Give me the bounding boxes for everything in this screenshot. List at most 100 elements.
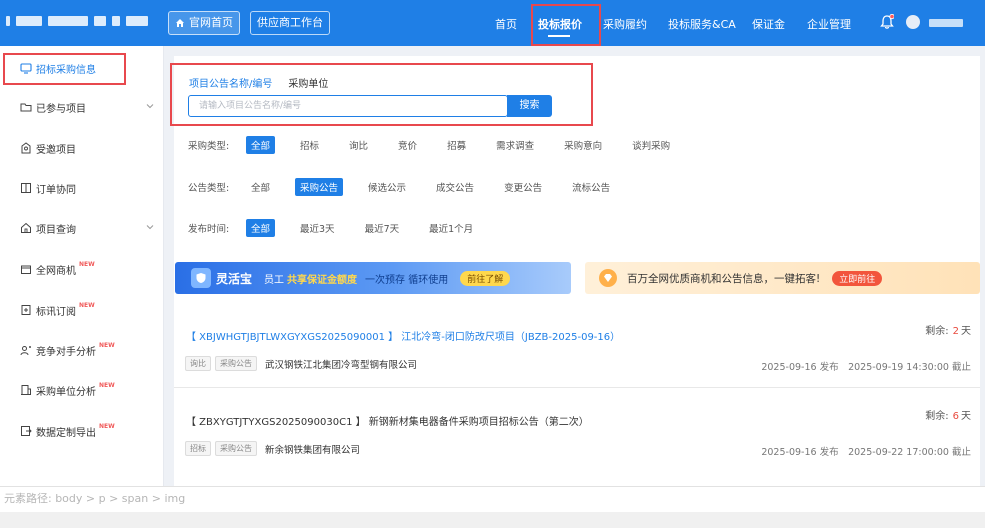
- nav-highlight-box: [531, 4, 601, 46]
- shield-icon: [191, 268, 211, 288]
- go-now-button[interactable]: 立即前往: [832, 270, 883, 286]
- filter-option[interactable]: 采购意向: [559, 136, 607, 154]
- filter-option[interactable]: 全部: [246, 219, 276, 237]
- sidebar-item-participated[interactable]: 已参与项目: [0, 94, 164, 120]
- opportunities-banner[interactable]: 百万全网优质商机和公告信息，一键拓客! 立即前往: [585, 262, 980, 294]
- sidebar-item-all-opportunities[interactable]: 全网商机 NEW: [0, 256, 164, 282]
- subscribe-icon: [20, 304, 32, 316]
- nav-enterprise-management[interactable]: 企业管理: [807, 16, 851, 32]
- filter-label: 发布时间:: [188, 224, 230, 235]
- banner-text: 一次预存 循环使用: [365, 274, 449, 286]
- sidebar-item-buyer-analysis[interactable]: 采购单位分析 NEW: [0, 377, 164, 403]
- nav-procurement-fulfillment[interactable]: 采购履约: [603, 16, 647, 32]
- supplier-workbench-button[interactable]: 供应商工作台: [250, 11, 330, 35]
- bottom-strip: [0, 512, 985, 528]
- nav-bid-service-ca[interactable]: 投标服务&CA: [668, 16, 736, 32]
- sidebar: 招标采购信息 已参与项目 受邀项目 订单协同 项目查询 全网商机 NEW 标讯订…: [0, 46, 164, 486]
- sidebar-item-label: 竞争对手分析: [36, 346, 96, 358]
- result-tags: 招标 采购公告 新余钢铁集团有限公司: [185, 441, 360, 456]
- sidebar-item-data-export[interactable]: 数据定制导出 NEW: [0, 418, 164, 444]
- filter-purchase-type: 采购类型: 全部 招标 询比 竞价 招募 需求调查 采购意向 谈判采购: [188, 136, 695, 154]
- sidebar-item-label: 受邀项目: [36, 144, 76, 156]
- banner-title: 灵活宝: [216, 271, 253, 286]
- filter-option[interactable]: 需求调查: [491, 136, 539, 154]
- notice-tag: 采购公告: [215, 356, 257, 371]
- result-card[interactable]: 【 XBJWHGTJBJTLWXGYXGS2025090001 】 江北冷弯-闭…: [174, 308, 980, 388]
- remaining-number: 2: [952, 326, 959, 337]
- filter-option[interactable]: 成交公告: [431, 178, 479, 196]
- house-icon: [20, 222, 32, 234]
- result-tags: 询比 采购公告 武汉钢铁江北集团冷弯型钢有限公司: [185, 356, 417, 371]
- publish-deadline-dates: 2025-09-16 发布 2025-09-19 14:30:00 截止: [761, 362, 971, 373]
- sidebar-item-label: 数据定制导出: [36, 427, 96, 439]
- new-badge: NEW: [99, 342, 115, 349]
- filter-label: 采购类型:: [188, 141, 230, 152]
- filter-option[interactable]: 全部: [246, 178, 275, 196]
- filter-option[interactable]: 最近1个月: [424, 219, 478, 237]
- home-icon: [176, 19, 184, 27]
- filter-option[interactable]: 询比: [344, 136, 373, 154]
- search-highlight-box: [170, 63, 593, 126]
- filter-option[interactable]: 竞价: [393, 136, 422, 154]
- notice-tag: 采购公告: [215, 441, 257, 456]
- result-title[interactable]: 【 XBJWHGTJBJTLWXGYXGS2025090001 】 江北冷弯-闭…: [186, 328, 620, 343]
- sidebar-item-invited[interactable]: 受邀项目: [0, 135, 164, 161]
- filter-option[interactable]: 招标: [295, 136, 324, 154]
- result-card[interactable]: 【 ZBXYGTJTYXGS2025090030C1 】 新钢新材集电器备件采购…: [174, 393, 980, 475]
- filter-option[interactable]: 流标公告: [567, 178, 615, 196]
- banner-text: 百万全网优质商机和公告信息，一键拓客!: [627, 272, 821, 285]
- element-path-statusbar: 元素路径: body > p > span > img: [0, 486, 985, 512]
- sidebar-item-subscription[interactable]: 标讯订阅 NEW: [0, 297, 164, 323]
- official-home-button[interactable]: 官网首页: [168, 11, 240, 35]
- site-logo[interactable]: [6, 16, 148, 26]
- compete-icon: [20, 344, 32, 356]
- sidebar-item-label: 已参与项目: [36, 103, 86, 115]
- sidebar-item-label: 订单协同: [36, 184, 76, 196]
- nav-deposit[interactable]: 保证金: [752, 16, 785, 32]
- company-name: 武汉钢铁江北集团冷弯型钢有限公司: [265, 359, 418, 371]
- nav-home[interactable]: 首页: [495, 16, 517, 32]
- filter-option[interactable]: 最近7天: [360, 219, 405, 237]
- filter-option[interactable]: 变更公告: [499, 178, 547, 196]
- remaining-days: 剩余: 2 天: [925, 322, 971, 337]
- learn-more-button[interactable]: 前往了解: [460, 270, 511, 286]
- building-icon: [20, 384, 32, 396]
- type-tag: 询比: [185, 356, 211, 371]
- sidebar-item-label: 标讯订阅: [36, 306, 76, 318]
- remaining-label: 剩余:: [925, 326, 949, 337]
- result-title[interactable]: 【 ZBXYGTJTYXGS2025090030C1 】 新钢新材集电器备件采购…: [186, 413, 589, 428]
- chevron-down-icon: [146, 225, 154, 230]
- flexible-deposit-banner[interactable]: 灵活宝 员工 共享保证金额度 一次预存 循环使用 前往了解: [175, 262, 571, 294]
- remaining-days: 剩余: 6 天: [925, 407, 971, 422]
- sidebar-highlight-box: [3, 53, 126, 85]
- filter-option[interactable]: 谈判采购: [627, 136, 675, 154]
- filter-publish-time: 发布时间: 全部 最近3天 最近7天 最近1个月: [188, 219, 498, 237]
- filter-option[interactable]: 候选公示: [363, 178, 411, 196]
- filter-notice-type: 公告类型: 全部 采购公告 候选公示 成交公告 变更公告 流标公告: [188, 178, 635, 196]
- remaining-unit: 天: [961, 411, 971, 422]
- type-tag: 招标: [185, 441, 211, 456]
- filter-label: 公告类型:: [188, 183, 230, 194]
- user-avatar[interactable]: [906, 15, 920, 29]
- sidebar-item-project-query[interactable]: 项目查询: [0, 215, 164, 241]
- sidebar-item-order-collab[interactable]: 订单协同: [0, 175, 164, 201]
- new-badge: NEW: [79, 302, 95, 309]
- sidebar-item-label: 全网商机: [36, 265, 76, 277]
- remaining-label: 剩余:: [925, 411, 949, 422]
- invite-icon: [20, 142, 32, 154]
- folder-icon: [20, 101, 32, 113]
- notification-bell-icon[interactable]: [880, 14, 894, 30]
- filter-option[interactable]: 全部: [246, 136, 276, 154]
- top-nav-bar: 官网首页 供应商工作台 首页 投标报价 采购履约 投标服务&CA 保证金 企业管…: [0, 0, 985, 46]
- filter-option[interactable]: 最近3天: [295, 219, 340, 237]
- filter-option[interactable]: 招募: [442, 136, 471, 154]
- chevron-down-icon: [146, 104, 154, 109]
- username-text[interactable]: [929, 19, 963, 27]
- new-badge: NEW: [79, 261, 95, 268]
- publish-deadline-dates: 2025-09-16 发布 2025-09-22 17:00:00 截止: [761, 447, 971, 458]
- sidebar-item-competitor-analysis[interactable]: 竞争对手分析 NEW: [0, 337, 164, 363]
- sidebar-item-label: 采购单位分析: [36, 386, 96, 398]
- banner-highlight: 共享保证金额度: [287, 274, 358, 286]
- filter-option[interactable]: 采购公告: [295, 178, 344, 196]
- diamond-icon: [599, 269, 617, 287]
